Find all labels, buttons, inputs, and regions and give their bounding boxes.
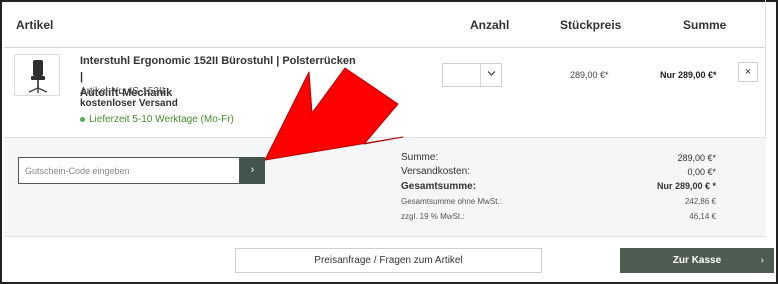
shipping-cost-value: 0,00 €* <box>687 167 716 177</box>
header-summe: Summe <box>683 18 727 32</box>
coupon-input[interactable]: Gutschein-Code eingeben <box>18 157 240 184</box>
shipping-note: kostenloser Versand <box>80 98 178 109</box>
header-artikel: Artikel <box>16 18 54 32</box>
vat-label: zzgl. 19 % MwSt.: <box>401 212 465 221</box>
product-image[interactable] <box>14 54 60 96</box>
subtotal-label: Summe: <box>401 152 439 163</box>
coupon-submit-button[interactable]: › <box>240 157 265 184</box>
net-total-label: Gesamtsumme ohne MwSt.: <box>401 197 502 206</box>
quantity-select[interactable] <box>442 63 502 87</box>
checkout-button[interactable]: Zur Kasse › <box>620 248 774 273</box>
vat-value: 46,14 € <box>689 212 716 221</box>
summary-area <box>4 137 766 237</box>
checkout-label: Zur Kasse <box>672 255 722 266</box>
unit-price: 289,00 €* <box>570 70 609 80</box>
chevron-right-icon: › <box>760 255 764 266</box>
grand-total-label: Gesamtsumme: <box>401 181 477 192</box>
availability-dot-icon <box>80 116 85 122</box>
subtotal-value: 289,00 €* <box>677 153 716 163</box>
shipping-cost-label: Versandkosten: <box>401 166 470 177</box>
delivery-time: Lieferzeit 5-10 Werktage (Mo-Fr) <box>80 114 234 125</box>
article-number: Artikel-Nr.: IS-152II <box>80 86 165 97</box>
line-total: Nur 289,00 €* <box>660 70 717 80</box>
delivery-time-text: Lieferzeit 5-10 Werktage (Mo-Fr) <box>89 114 234 125</box>
chevron-down-icon <box>487 69 496 80</box>
table-header: Artikel Anzahl Stückpreis Summe <box>4 0 766 48</box>
header-anzahl: Anzahl <box>470 18 510 32</box>
net-total-value: 242,86 € <box>684 197 716 206</box>
header-stueckpreis: Stückpreis <box>560 18 622 32</box>
remove-item-button[interactable]: × <box>738 62 758 82</box>
product-name-line1: Interstuhl Ergonomic 152II Bürostuhl | P… <box>80 55 356 83</box>
price-request-button[interactable]: Preisanfrage / Fragen zum Artikel <box>235 248 542 273</box>
grand-total-value: Nur 289,00 € * <box>656 181 716 191</box>
office-chair-icon <box>28 60 48 93</box>
quantity-divider <box>480 64 481 86</box>
